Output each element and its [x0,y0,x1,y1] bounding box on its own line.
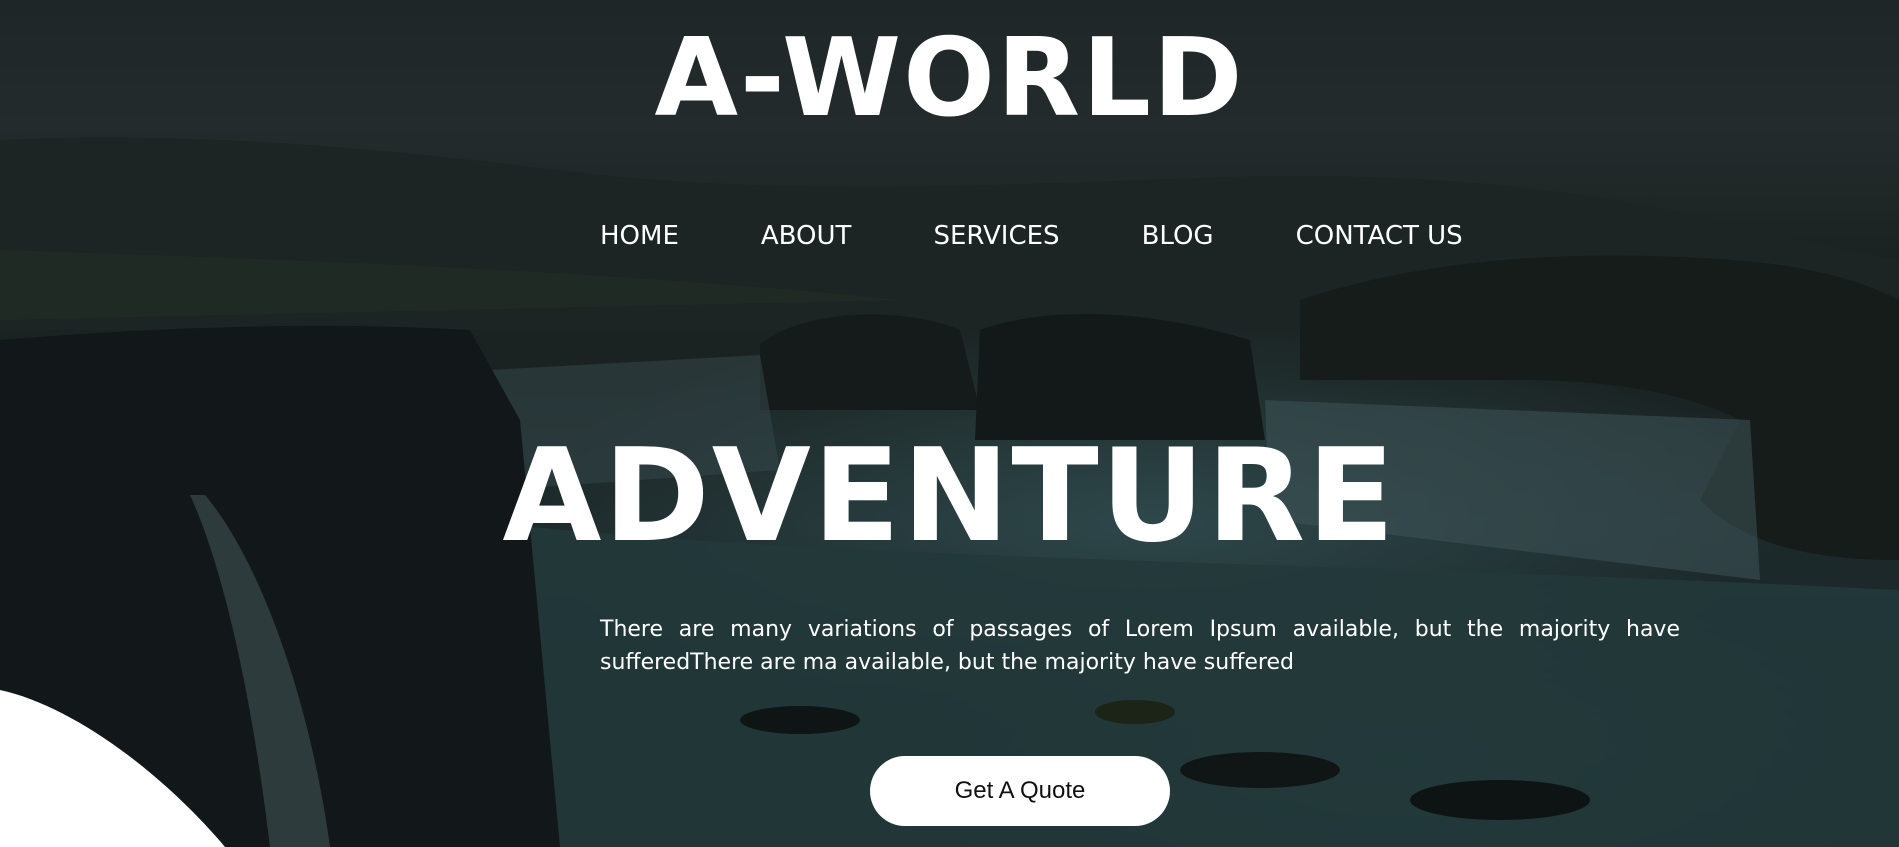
decorative-corner-wave [0,690,225,847]
hero-section: A-WORLD HOME ABOUT SERVICES BLOG CONTACT… [0,0,1899,847]
